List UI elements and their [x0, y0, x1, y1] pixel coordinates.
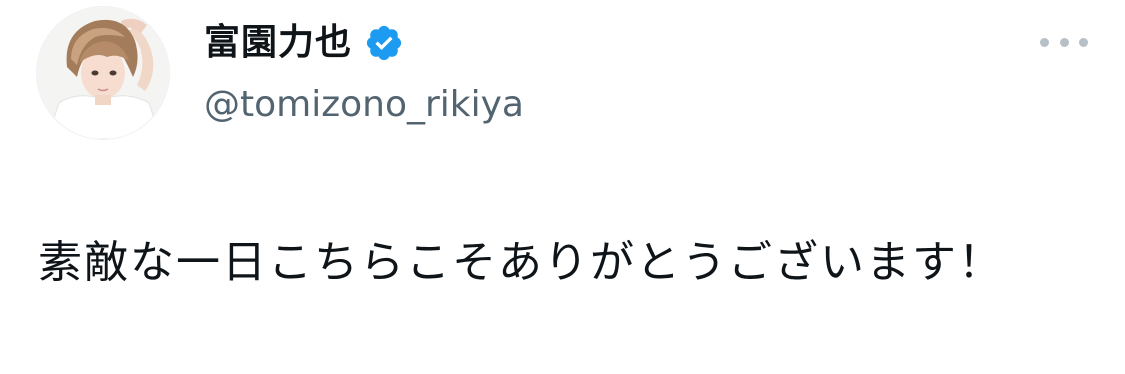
tweet-text: 素敵な一日こちらこそありがとうございます！: [38, 237, 1004, 288]
author-display-name[interactable]: 富園力也: [204, 18, 352, 68]
more-horizontal-icon-dot: [1059, 37, 1069, 47]
author-handle[interactable]: @tomizono_rikiya: [204, 80, 524, 130]
more-horizontal-icon: [1040, 37, 1049, 47]
avatar[interactable]: [36, 6, 170, 140]
avatar-image: [37, 7, 169, 139]
more-options-button[interactable]: [1040, 30, 1088, 54]
more-horizontal-icon-dot: [1079, 37, 1088, 47]
author-name-row: 富園力也: [204, 18, 404, 68]
tweet-card: 富園力也 @tomizono_rikiya 素敵な一日こちらこそありがとうござい…: [0, 0, 1125, 374]
verified-badge-icon: [366, 25, 402, 61]
